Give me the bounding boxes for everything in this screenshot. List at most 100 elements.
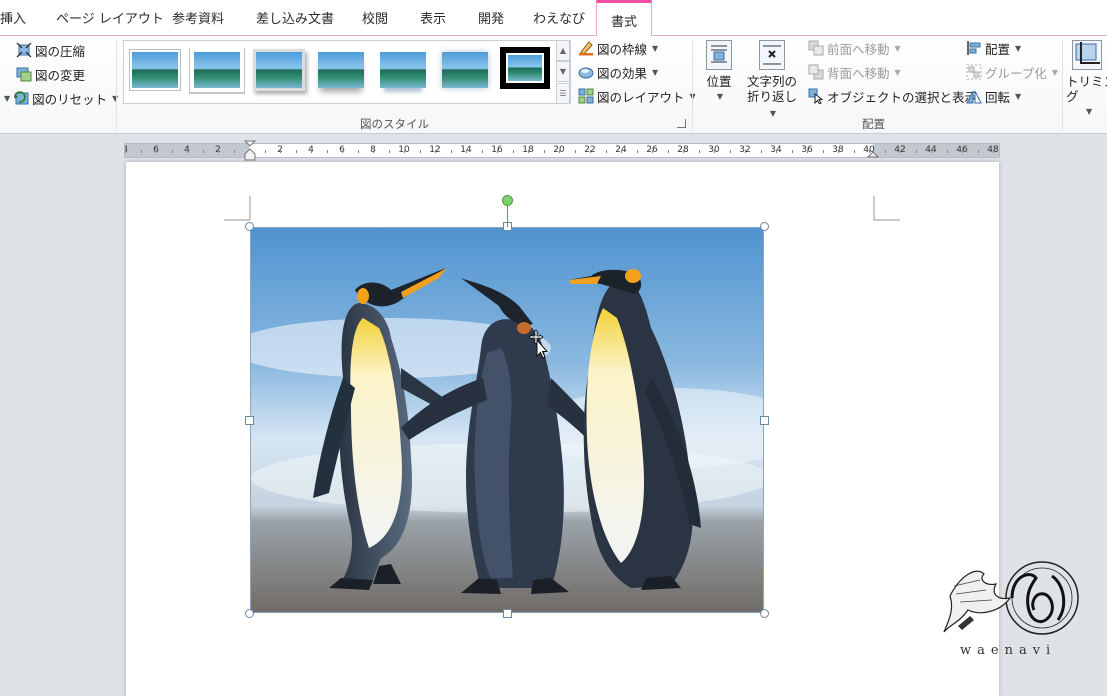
ruler-tick bbox=[265, 150, 266, 153]
group-separator bbox=[1062, 40, 1063, 130]
tab-review[interactable]: 校閲 bbox=[362, 8, 388, 27]
ruler-tick bbox=[544, 150, 545, 153]
ruler-tick bbox=[373, 150, 374, 153]
style-thumb-white-frame[interactable] bbox=[194, 52, 240, 88]
group-objects-button[interactable]: グループ化 ▼ bbox=[966, 62, 1058, 82]
bring-forward-button[interactable]: 前面へ移動 ▼ bbox=[808, 38, 901, 58]
resize-handle-bottom[interactable] bbox=[503, 609, 512, 618]
ribbon: 図の圧縮 図の変更 ▼ 図のリセット ▼ ▲ ▼ ☰ 図の枠線 ▼ bbox=[0, 36, 1107, 134]
picture-effects-label: 図の効果 bbox=[597, 65, 648, 81]
wrap-text-icon bbox=[759, 40, 785, 70]
reset-picture-button[interactable]: ▼ 図のリセット ▼ bbox=[2, 88, 118, 108]
ruler-tick bbox=[590, 150, 591, 153]
ruler-tick bbox=[606, 150, 607, 153]
tab-mailings[interactable]: 差し込み文書 bbox=[256, 8, 334, 27]
position-button[interactable]: 位置 ▼ bbox=[700, 40, 738, 104]
align-button[interactable]: 配置 ▼ bbox=[966, 38, 1021, 58]
tab-format[interactable]: 書式 bbox=[596, 0, 653, 37]
ruler-tick bbox=[218, 150, 219, 153]
picture-effects-button[interactable]: 図の効果 ▼ bbox=[578, 62, 658, 82]
ruler-tick bbox=[916, 150, 917, 153]
ruler-tick bbox=[621, 150, 622, 153]
rotate-button[interactable]: 回転 ▼ bbox=[966, 86, 1021, 106]
group-objects-label: グループ化 bbox=[985, 65, 1047, 81]
change-picture-label: 図の変更 bbox=[35, 67, 86, 83]
ruler-tick bbox=[311, 150, 312, 153]
resize-handle-left[interactable] bbox=[245, 416, 254, 425]
ruler-tick bbox=[420, 150, 421, 153]
tab-developer[interactable]: 開発 bbox=[478, 8, 504, 27]
gallery-scroll-down[interactable]: ▼ bbox=[556, 61, 570, 82]
style-thumb-soft-edge[interactable] bbox=[442, 52, 488, 88]
resize-handle-bottom-left[interactable] bbox=[245, 609, 254, 618]
ruler-tick bbox=[435, 150, 436, 153]
ruler-tick bbox=[854, 150, 855, 153]
indent-marker[interactable] bbox=[243, 140, 257, 162]
ruler-tick bbox=[234, 150, 235, 153]
dialog-launcher-icon[interactable] bbox=[677, 119, 686, 128]
rotate-icon bbox=[966, 88, 982, 104]
move-cursor-icon bbox=[528, 329, 549, 359]
group-separator bbox=[116, 40, 117, 130]
ruler-tick bbox=[637, 150, 638, 153]
chevron-down-icon: ▼ bbox=[716, 92, 724, 101]
ruler-tick bbox=[451, 150, 452, 153]
style-thumb-simple-frame[interactable] bbox=[132, 52, 178, 88]
compress-label: 図の圧縮 bbox=[35, 43, 86, 59]
change-picture-button[interactable]: 図の変更 bbox=[16, 64, 85, 84]
right-indent-marker[interactable] bbox=[866, 146, 880, 158]
resize-handle-top-left[interactable] bbox=[245, 222, 254, 231]
selection-pane-button[interactable]: オブジェクトの選択と表示 bbox=[808, 86, 977, 106]
chevron-down-icon: ▼ bbox=[1015, 43, 1022, 53]
ruler-tick bbox=[993, 150, 994, 153]
tab-view[interactable]: 表示 bbox=[420, 8, 446, 27]
ruler-tick bbox=[327, 150, 328, 153]
wrap-text-button[interactable]: 文字列の 折り返し ▼ bbox=[743, 40, 801, 121]
wrap-text-label-line2: 折り返し ▼ bbox=[746, 89, 797, 118]
picture-styles-gallery bbox=[123, 40, 571, 104]
ruler-tick bbox=[296, 150, 297, 153]
ruler-tick bbox=[668, 150, 669, 153]
resize-handle-top-right[interactable] bbox=[760, 222, 769, 231]
style-thumb-shadow[interactable] bbox=[256, 52, 302, 88]
tab-insert[interactable]: 挿入 bbox=[0, 8, 26, 27]
resize-handle-right[interactable] bbox=[760, 416, 769, 425]
ruler-tick bbox=[714, 150, 715, 153]
rotate-label: 回転 bbox=[985, 89, 1011, 105]
ruler-tick bbox=[404, 150, 405, 153]
picture-border-button[interactable]: 図の枠線 ▼ bbox=[578, 38, 658, 58]
penguins-illustration bbox=[251, 228, 763, 612]
group-separator bbox=[692, 40, 693, 130]
gallery-more-button[interactable]: ☰ bbox=[556, 83, 570, 104]
gallery-scroll-up[interactable]: ▲ bbox=[556, 40, 570, 61]
crop-button[interactable]: トリミング ▼ bbox=[1066, 40, 1107, 119]
position-label: 位置 bbox=[706, 74, 732, 89]
position-icon bbox=[706, 40, 732, 70]
ruler-tick bbox=[792, 150, 793, 153]
ruler-tick bbox=[962, 150, 963, 153]
style-thumb-reflection[interactable] bbox=[380, 52, 426, 88]
ruler-tick bbox=[730, 150, 731, 153]
penguin-picture[interactable] bbox=[250, 227, 764, 613]
resize-handle-bottom-right[interactable] bbox=[760, 609, 769, 618]
picture-styles-group-label: 図のスタイル bbox=[360, 117, 429, 131]
chevron-down-icon: ▼ bbox=[894, 67, 901, 77]
send-backward-icon bbox=[808, 64, 824, 80]
change-picture-icon bbox=[16, 66, 32, 82]
tab-page-layout[interactable]: ページ レイアウト bbox=[56, 8, 164, 27]
send-backward-button[interactable]: 背面へ移動 ▼ bbox=[808, 62, 901, 82]
rotation-handle[interactable] bbox=[502, 195, 513, 206]
chevron-down-icon: ▼ bbox=[1051, 67, 1058, 77]
style-thumb-drop-shadow[interactable] bbox=[318, 52, 364, 88]
selection-pane-icon bbox=[808, 88, 824, 105]
wrap-text-label-line1: 文字列の bbox=[746, 74, 797, 89]
ruler-tick bbox=[947, 150, 948, 153]
tab-waenavi[interactable]: わえなび bbox=[533, 8, 585, 27]
style-thumb-thick-black-frame[interactable] bbox=[500, 47, 550, 89]
ruler-tick bbox=[838, 150, 839, 153]
tab-references[interactable]: 参考資料 bbox=[172, 8, 224, 27]
compress-pictures-button[interactable]: 図の圧縮 bbox=[16, 40, 85, 60]
picture-layout-button[interactable]: 図のレイアウト ▼ bbox=[578, 86, 696, 106]
align-label: 配置 bbox=[985, 41, 1011, 57]
chevron-down-icon: ▼ bbox=[1086, 107, 1093, 116]
